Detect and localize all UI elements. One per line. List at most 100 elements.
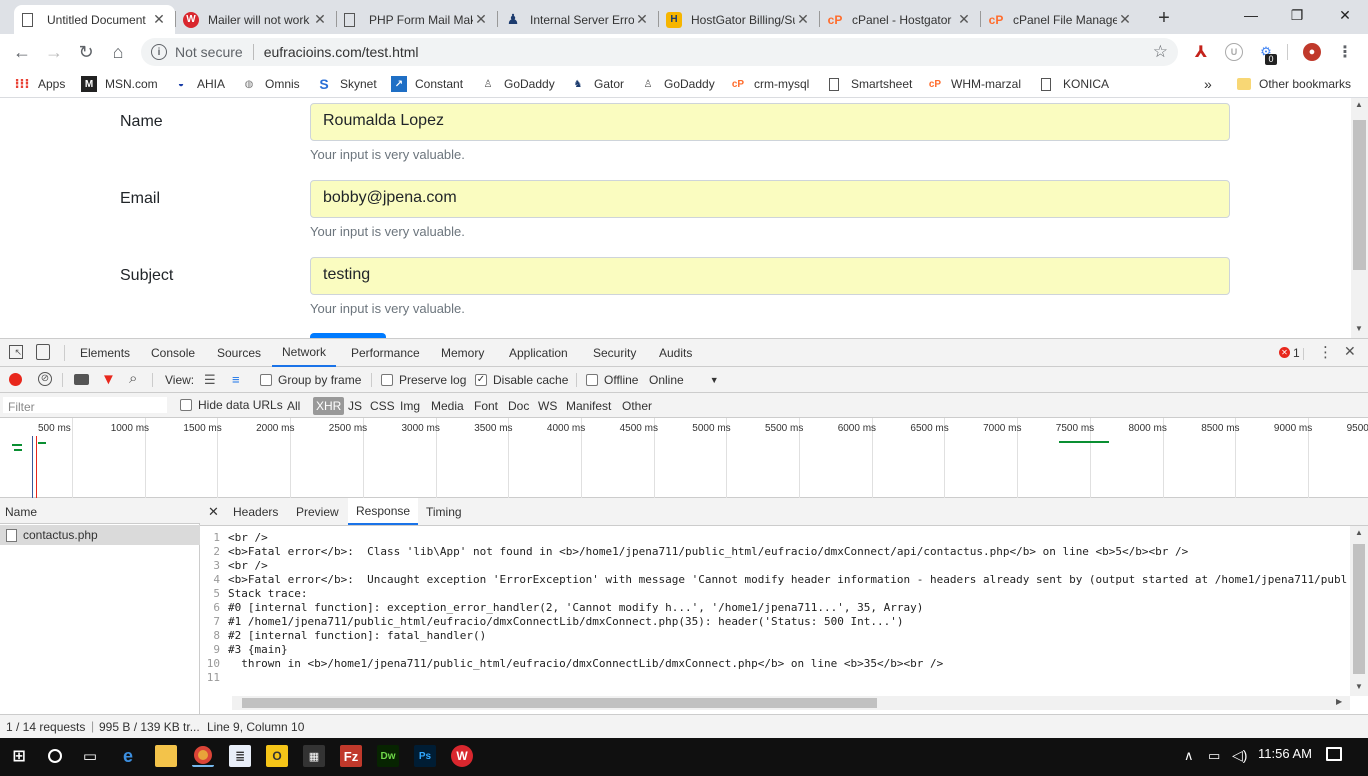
scroll-down-icon[interactable]: ▼ — [1355, 682, 1363, 691]
new-tab-button[interactable]: + — [1152, 6, 1176, 30]
disable-cache-checkbox[interactable]: ✓ Disable cache — [475, 372, 568, 388]
bookmark-msn[interactable]: M MSN.com — [81, 75, 158, 93]
scroll-up-icon[interactable]: ▲ — [1355, 100, 1363, 109]
tab-php-form-mail[interactable]: PHP Form Mail Maker ✕ — [336, 5, 497, 34]
close-icon[interactable]: ✕ — [151, 11, 167, 28]
chrome-icon[interactable] — [192, 745, 214, 767]
response-tab-preview[interactable]: Preview — [296, 498, 339, 525]
group-by-frame-checkbox[interactable]: Group by frame — [260, 372, 361, 388]
filter-type-js[interactable]: JS — [345, 397, 365, 415]
filter-type-img[interactable]: Img — [397, 397, 423, 415]
network-icon[interactable]: ▭ — [1208, 748, 1220, 764]
url-text[interactable]: eufracioins.com/test.html — [264, 44, 419, 60]
close-icon[interactable]: ✕ — [473, 11, 489, 28]
filter-type-ws[interactable]: WS — [535, 397, 560, 415]
devtools-tab-console[interactable]: Console — [151, 339, 195, 367]
list-view-icon[interactable]: ☰ — [204, 373, 216, 386]
close-panel-icon[interactable]: ✕ — [208, 498, 219, 525]
waterfall-view-icon[interactable]: ≡ — [232, 373, 240, 386]
bookmark-smartsheet[interactable]: Smartsheet — [829, 75, 912, 93]
volume-icon[interactable]: ◁) — [1232, 747, 1247, 764]
scroll-right-icon[interactable]: ▶ — [1336, 697, 1342, 706]
filter-funnel-icon[interactable]: ▼ — [101, 371, 116, 388]
checkbox[interactable] — [586, 374, 598, 386]
filter-type-other[interactable]: Other — [619, 397, 655, 415]
filter-type-css[interactable]: CSS — [367, 397, 398, 415]
record-button[interactable] — [9, 373, 22, 386]
filter-type-font[interactable]: Font — [471, 397, 501, 415]
response-vertical-scrollbar[interactable]: ▲ ▼ — [1350, 526, 1368, 696]
throttling-select[interactable]: Online ▼ — [649, 372, 719, 388]
cortana-icon[interactable] — [44, 745, 66, 767]
filter-type-all[interactable]: All — [284, 397, 303, 415]
profile-avatar[interactable]: ● — [1303, 43, 1321, 61]
devtools-tab-memory[interactable]: Memory — [441, 339, 484, 367]
tab-internal-server-error[interactable]: ♟ Internal Server Error ✕ — [497, 5, 658, 34]
filter-input[interactable]: Filter — [2, 396, 168, 414]
scrollbar-thumb[interactable] — [242, 698, 877, 708]
bookmark-apps[interactable]: ⁝⁝⁝ Apps — [14, 75, 66, 93]
close-window-button[interactable]: ✕ — [1322, 0, 1368, 30]
bookmark-constant[interactable]: ↗ Constant — [391, 75, 463, 93]
checkbox[interactable] — [180, 399, 192, 411]
back-button[interactable]: ← — [10, 40, 34, 64]
error-count[interactable]: 1 — [1293, 346, 1300, 360]
info-icon[interactable]: i — [151, 44, 167, 60]
request-list-header[interactable]: Name — [0, 498, 200, 524]
filter-type-xhr[interactable]: XHR — [313, 397, 345, 415]
minimize-button[interactable]: — — [1228, 0, 1274, 30]
checkbox-checked[interactable]: ✓ — [475, 374, 487, 386]
system-clock[interactable]: 11:56 AM — [1258, 746, 1312, 761]
hide-data-urls-checkbox[interactable]: Hide data URLs — [180, 397, 283, 413]
name-input[interactable]: Roumalda Lopez — [310, 103, 1230, 141]
devtools-tab-elements[interactable]: Elements — [80, 339, 130, 367]
tab-cpanel-file-manager[interactable]: cP cPanel File Manager ✕ — [980, 5, 1141, 34]
devtools-tab-application[interactable]: Application — [509, 339, 568, 367]
preserve-log-checkbox[interactable]: Preserve log — [381, 372, 466, 388]
bookmark-konica[interactable]: KONICA — [1041, 75, 1109, 93]
bookmark-omnis[interactable]: ◍ Omnis — [241, 75, 300, 93]
search-icon[interactable]: ⌕ — [129, 370, 137, 387]
bookmark-crm-mysql[interactable]: cP crm-mysql — [730, 75, 809, 93]
chevron-up-icon[interactable]: ∧ — [1184, 748, 1194, 764]
devtools-tab-network[interactable]: Network — [272, 339, 337, 367]
restore-button[interactable]: ❐ — [1274, 0, 1320, 30]
device-toolbar-icon[interactable] — [36, 344, 50, 360]
bookmark-ahia[interactable]: ◒ AHIA — [173, 75, 225, 93]
tab-cpanel-hostgator[interactable]: cP cPanel - Hostgator ✕ — [819, 5, 980, 34]
clear-icon[interactable]: ⊘ — [38, 372, 52, 386]
close-icon[interactable]: ✕ — [795, 11, 811, 28]
response-horizontal-scrollbar[interactable]: ▶ — [232, 696, 1350, 710]
action-center-icon[interactable] — [1326, 747, 1342, 761]
sticky-app-icon[interactable]: O — [266, 745, 288, 767]
w-logo-icon[interactable]: W — [451, 745, 473, 767]
bookmark-godaddy-2[interactable]: ♙ GoDaddy — [640, 75, 715, 93]
bookmark-gator[interactable]: ♞ Gator — [570, 75, 625, 93]
filter-type-media[interactable]: Media — [428, 397, 467, 415]
dreamweaver-icon[interactable]: Dw — [377, 745, 399, 767]
extension-u-icon[interactable]: U — [1225, 43, 1243, 61]
checkbox[interactable] — [381, 374, 393, 386]
windows-start-icon[interactable]: ⊞ — [8, 745, 30, 767]
offline-checkbox[interactable]: Offline — [586, 372, 638, 388]
scroll-up-icon[interactable]: ▲ — [1355, 528, 1363, 537]
screenshot-camera-icon[interactable] — [74, 374, 89, 385]
devtools-tab-audits[interactable]: Audits — [659, 339, 692, 367]
devtools-tab-sources[interactable]: Sources — [217, 339, 261, 367]
close-icon[interactable]: ✕ — [956, 11, 972, 28]
inspect-element-icon[interactable]: ↖ — [9, 345, 23, 359]
acrobat-icon[interactable]: ⅄ — [1192, 43, 1210, 61]
close-icon[interactable]: ✕ — [1117, 11, 1133, 28]
filter-type-doc[interactable]: Doc — [505, 397, 532, 415]
devtools-tab-security[interactable]: Security — [593, 339, 636, 367]
tab-mailer[interactable]: W Mailer will not work ✕ — [175, 5, 336, 34]
email-input[interactable]: bobby@jpena.com — [310, 180, 1230, 218]
bookmark-whm-marzal[interactable]: cP WHM-marzal — [927, 75, 1021, 93]
bookmarks-overflow-button[interactable]: » — [1204, 75, 1212, 93]
file-explorer-icon[interactable] — [155, 745, 177, 767]
response-tab-headers[interactable]: Headers — [233, 498, 278, 525]
page-scrollbar[interactable]: ▲ ▼ — [1351, 98, 1368, 338]
calculator-icon[interactable]: ▦ — [303, 745, 325, 767]
close-icon[interactable]: ✕ — [634, 11, 650, 28]
task-view-icon[interactable]: ▭ — [79, 745, 101, 767]
